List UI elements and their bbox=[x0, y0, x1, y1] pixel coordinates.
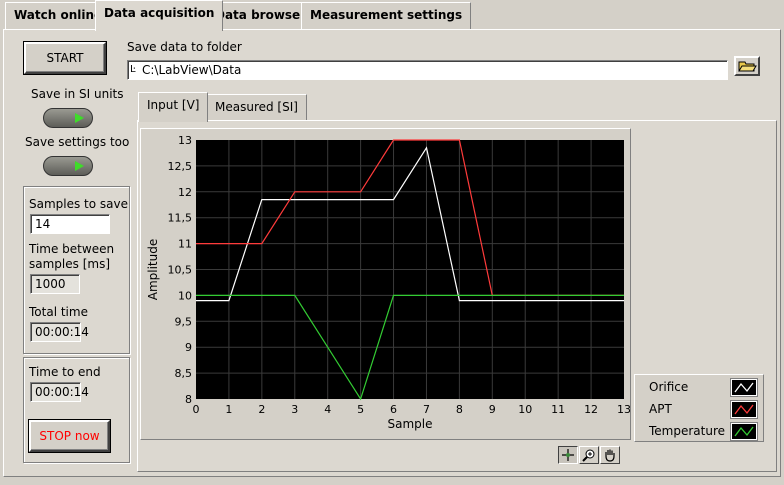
crosshair-icon bbox=[562, 449, 574, 461]
time-between-label-unit: samples [ms] bbox=[29, 257, 110, 271]
legend-swatch-orifice bbox=[731, 379, 757, 396]
x-tick-label: 12 bbox=[584, 403, 598, 416]
start-button[interactable]: START bbox=[24, 42, 106, 74]
legend-item-apt[interactable]: APT bbox=[635, 399, 763, 421]
y-tick-label: 12,5 bbox=[168, 160, 193, 173]
y-tick-label: 13 bbox=[178, 134, 192, 147]
folder-icon bbox=[738, 61, 757, 72]
x-tick-label: 6 bbox=[390, 403, 397, 416]
waveform-graph: 0 1 2 3 4 5 6 7 8 9 10 11 12 13 8 8,5 9 9,5 10 10,5 11 11,5 12… bbox=[140, 128, 631, 440]
y-tick-label: 8 bbox=[185, 393, 192, 406]
amplitude-chart: 0 1 2 3 4 5 6 7 8 9 10 11 12 1388,599,51010,51111,512… bbox=[146, 134, 630, 431]
legend-swatch-temperature bbox=[731, 423, 757, 440]
y-tick-label: 9 bbox=[185, 341, 192, 354]
tab-measured-si[interactable]: Measured [SI] bbox=[206, 94, 307, 120]
zoom-tool-button[interactable] bbox=[579, 446, 599, 464]
browse-folder-button[interactable] bbox=[734, 56, 760, 76]
time-to-end-value: 00:00:14 bbox=[30, 382, 89, 402]
legend-item-temperature[interactable]: Temperature bbox=[635, 421, 763, 443]
samples-to-save-input[interactable]: 14 bbox=[30, 214, 110, 234]
save-folder-path: C:\LabView\Data bbox=[142, 63, 242, 77]
y-tick-label: 12 bbox=[178, 186, 192, 199]
stop-now-button[interactable]: STOP now bbox=[29, 420, 110, 452]
x-tick-label: 1 bbox=[225, 403, 232, 416]
x-tick-label: 13 bbox=[617, 403, 630, 416]
time-to-end-label: Time to end bbox=[29, 365, 101, 379]
path-type-icon: Ŀ bbox=[130, 64, 136, 75]
led-indicator-icon bbox=[75, 161, 84, 171]
save-si-units-label: Save in SI units bbox=[31, 87, 124, 101]
cursor-tool-button[interactable] bbox=[558, 446, 578, 464]
x-tick-label: 10 bbox=[518, 403, 532, 416]
save-settings-toggle[interactable] bbox=[43, 156, 93, 176]
legend-item-orifice[interactable]: Orifice bbox=[635, 377, 763, 399]
tab-input-v[interactable]: Input [V] bbox=[138, 92, 209, 122]
plot-legend: Orifice APT Temperature bbox=[634, 374, 764, 442]
legend-swatch-apt bbox=[731, 401, 757, 418]
pan-hand-icon bbox=[605, 449, 615, 462]
x-tick-label: 3 bbox=[291, 403, 298, 416]
time-between-samples-input[interactable]: 1000 bbox=[30, 274, 80, 294]
y-tick-label: 11 bbox=[178, 238, 192, 251]
tab-data-acquisition[interactable]: Data acquisition bbox=[95, 0, 224, 31]
x-tick-label: 4 bbox=[324, 403, 331, 416]
led-indicator-icon bbox=[75, 113, 84, 123]
x-tick-label: 11 bbox=[551, 403, 565, 416]
save-folder-input[interactable]: Ŀ C:\LabView\Data bbox=[127, 60, 728, 80]
x-tick-label: 9 bbox=[489, 403, 496, 416]
x-tick-label: 7 bbox=[423, 403, 430, 416]
y-tick-label: 10,5 bbox=[168, 264, 193, 277]
time-between-label: Time between bbox=[29, 242, 115, 256]
y-axis-label: Amplitude bbox=[146, 239, 160, 301]
zoom-icon bbox=[582, 449, 595, 462]
samples-to-save-label: Samples to save bbox=[29, 197, 129, 211]
save-folder-label: Save data to folder bbox=[127, 40, 242, 54]
legend-label: Orifice bbox=[649, 380, 689, 394]
x-tick-label: 0 bbox=[193, 403, 200, 416]
y-tick-label: 11,5 bbox=[168, 212, 193, 225]
y-tick-label: 9,5 bbox=[175, 315, 193, 328]
legend-label: Temperature bbox=[649, 424, 726, 438]
save-settings-label: Save settings too bbox=[25, 135, 130, 149]
total-time-value: 00:00:14 bbox=[30, 322, 89, 342]
y-tick-label: 8,5 bbox=[175, 367, 193, 380]
pan-tool-button[interactable] bbox=[600, 446, 620, 464]
x-tick-label: 5 bbox=[357, 403, 364, 416]
tab-measurement-settings[interactable]: Measurement settings bbox=[301, 2, 472, 29]
x-tick-label: 2 bbox=[258, 403, 265, 416]
x-axis-label: Sample bbox=[388, 417, 433, 431]
save-si-units-toggle[interactable] bbox=[43, 108, 93, 128]
total-time-label: Total time bbox=[29, 305, 88, 319]
x-tick-label: 8 bbox=[456, 403, 463, 416]
y-tick-label: 10 bbox=[178, 289, 192, 302]
legend-label: APT bbox=[649, 402, 672, 416]
